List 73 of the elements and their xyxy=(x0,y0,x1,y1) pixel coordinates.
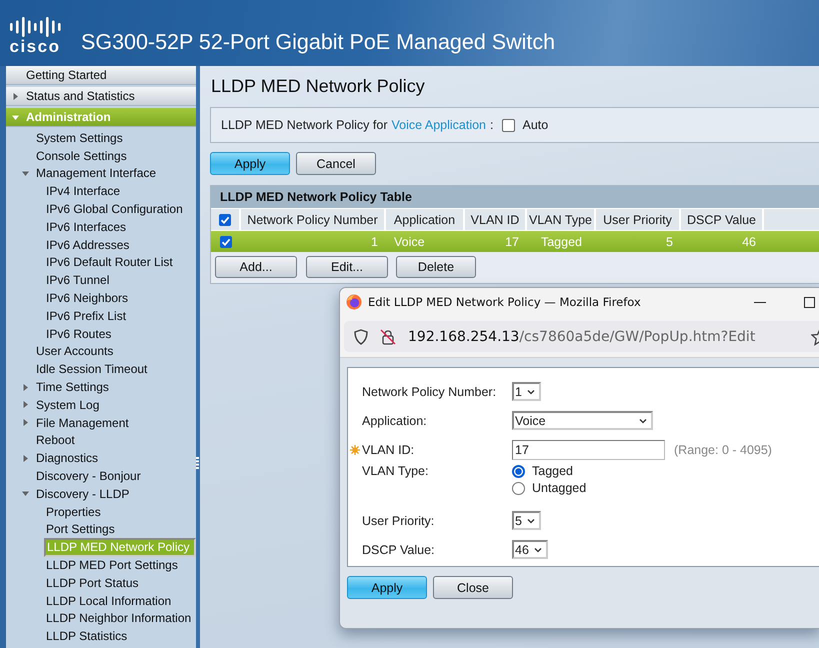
dropdown[interactable]: Voice xyxy=(512,411,653,430)
table-cell: Voice xyxy=(386,230,465,252)
sidebar-item[interactable]: System Log xyxy=(34,396,102,413)
sidebar-item[interactable]: IPv6 Prefix List xyxy=(44,308,128,324)
table-cell: Tagged xyxy=(527,230,596,252)
column-header[interactable]: User Priority xyxy=(596,208,681,230)
table-cell: 17 xyxy=(465,230,527,252)
dropdown[interactable]: 1 xyxy=(512,382,541,401)
field-label: User Priority: xyxy=(362,514,434,528)
column-header[interactable]: VLAN Type xyxy=(527,208,596,230)
window-title: Edit LLDP MED Network Policy — Mozilla Firefox xyxy=(368,295,641,309)
sidebar-item[interactable]: IPv6 Global Configuration xyxy=(44,201,185,218)
sidebar-item[interactable]: Idle Session Timeout xyxy=(34,361,150,378)
column-header[interactable]: VLAN ID xyxy=(465,208,527,230)
column-header[interactable]: Application xyxy=(386,208,465,230)
sidebar-item[interactable]: Discovery - LLDP xyxy=(34,486,132,502)
field-label: Network Policy Number: xyxy=(362,384,496,398)
sidebar-item[interactable]: LLDP Port Status xyxy=(44,574,140,591)
setting-label: LLDP MED Network Policy for xyxy=(221,118,388,132)
sidebar-item[interactable]: Management Interface xyxy=(34,165,158,182)
url-text: 192.168.254.13/cs7860a5de/GW/PopUp.htm?Edit xyxy=(408,328,756,344)
field-label: DSCP Value: xyxy=(362,542,434,556)
sidebar-item[interactable]: IPv6 Neighbors xyxy=(44,290,130,306)
address-bar[interactable]: 192.168.254.13/cs7860a5de/GW/PopUp.htm?Edit xyxy=(344,321,819,352)
field-label: Application: xyxy=(362,414,427,428)
sidebar-item[interactable]: Diagnostics xyxy=(34,450,100,466)
close-button[interactable]: Close xyxy=(433,576,513,599)
column-header[interactable]: DSCP Value xyxy=(681,208,764,230)
sidebar-item[interactable]: IPv4 Interface xyxy=(44,183,122,200)
sidebar-item[interactable]: File Management xyxy=(34,414,131,431)
sidebar-item[interactable]: Port Settings xyxy=(44,521,117,538)
app-title: SG300-52P 52-Port Gigabit PoE Managed Switch xyxy=(81,28,556,54)
sidebar-section[interactable]: Getting Started xyxy=(6,66,196,85)
apply-button[interactable]: Apply xyxy=(347,576,427,599)
sidebar-item[interactable]: IPv6 Default Router List xyxy=(44,254,175,270)
sidebar-item[interactable]: Properties xyxy=(44,504,103,520)
sidebar-item[interactable]: Discovery - Bonjour xyxy=(34,468,143,484)
button[interactable]: Add... xyxy=(215,256,297,278)
button[interactable]: Edit... xyxy=(306,256,388,278)
sidebar-item[interactable]: IPv6 Addresses xyxy=(44,236,132,253)
sidebar-item[interactable]: Reboot xyxy=(34,432,77,448)
page-title: LLDP MED Network Policy xyxy=(210,76,426,97)
sidebar-item[interactable]: System Settings xyxy=(34,130,125,146)
dropdown[interactable]: 46 xyxy=(512,540,548,559)
checkbox-label: Auto xyxy=(522,118,548,132)
table-title: LLDP MED Network Policy Table xyxy=(211,186,819,208)
input-field[interactable]: 17 xyxy=(512,440,665,460)
sidebar-item[interactable]: Console Settings xyxy=(34,148,129,164)
apply-button[interactable]: Apply xyxy=(210,152,290,175)
table-cell: 5 xyxy=(596,230,681,252)
sidebar-item[interactable]: IPv6 Interfaces xyxy=(44,218,128,235)
sidebar-item[interactable]: LLDP MED Port Settings xyxy=(44,557,180,574)
separator-text: : xyxy=(490,118,494,132)
sidebar-item[interactable]: LLDP Neighbor Information xyxy=(44,610,194,626)
radio-label: Untagged xyxy=(532,481,586,495)
radio-label: Tagged xyxy=(532,464,574,478)
dropdown[interactable]: 5 xyxy=(512,511,541,530)
cancel-button[interactable]: Cancel xyxy=(296,152,376,175)
sidebar-item[interactable]: IPv6 Routes xyxy=(44,326,114,342)
table-cell: 1 xyxy=(241,230,386,252)
table-cell: 46 xyxy=(681,230,764,252)
range-hint: (Range: 0 - 4095) xyxy=(674,442,772,456)
sidebar-item[interactable]: Time Settings xyxy=(34,379,111,396)
sidebar-item[interactable]: LLDP Local Information xyxy=(44,592,174,609)
sidebar-item[interactable]: LLDP Statistics xyxy=(44,628,130,644)
column-header[interactable]: Network Policy Number xyxy=(241,208,386,230)
sidebar-item[interactable]: User Accounts xyxy=(34,343,116,360)
sidebar-item[interactable]: IPv6 Tunnel xyxy=(44,272,112,288)
button[interactable]: Delete xyxy=(396,256,476,278)
field-label: VLAN Type: xyxy=(362,464,428,478)
sidebar-section[interactable]: Status and Statistics xyxy=(6,87,196,106)
field-label: VLAN ID: xyxy=(362,442,414,456)
logo-text: cisco xyxy=(10,38,60,56)
